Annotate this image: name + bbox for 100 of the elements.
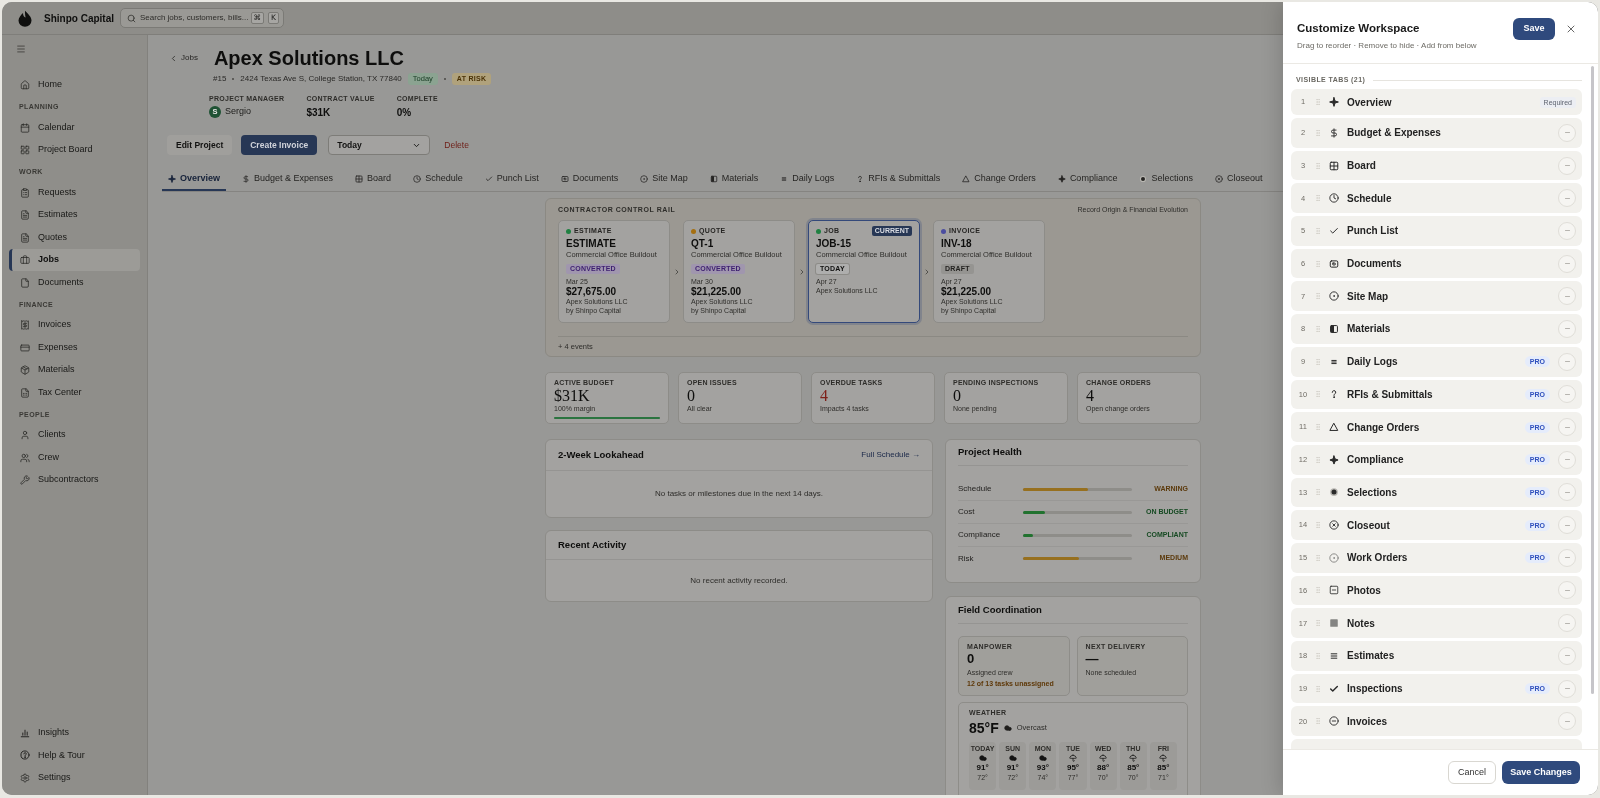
drag-handle-icon[interactable] bbox=[1314, 97, 1322, 107]
drag-handle-icon[interactable] bbox=[1314, 422, 1322, 433]
remove-button[interactable] bbox=[1558, 614, 1576, 633]
drag-handle-icon[interactable] bbox=[1314, 193, 1322, 204]
drag-handle-icon[interactable] bbox=[1314, 683, 1322, 694]
help-icon bbox=[20, 750, 30, 761]
remove-button[interactable] bbox=[1558, 123, 1576, 142]
health-label: Schedule bbox=[958, 483, 993, 495]
remove-button[interactable] bbox=[1558, 450, 1576, 469]
save-changes-button[interactable]: Save Changes bbox=[1502, 761, 1580, 784]
sidebar-item[interactable]: Help & Tour bbox=[9, 744, 140, 767]
remove-button[interactable] bbox=[1558, 254, 1576, 273]
tab[interactable]: Compliance bbox=[1051, 168, 1124, 191]
tab-label: Photos bbox=[1347, 583, 1381, 598]
tab-label: Estimates bbox=[1347, 649, 1395, 664]
sidebar-item[interactable]: Calendar bbox=[9, 116, 140, 139]
menu-icon[interactable] bbox=[16, 44, 26, 54]
receipt-icon bbox=[20, 320, 30, 330]
drag-handle-icon[interactable] bbox=[1314, 323, 1322, 334]
remove-button[interactable] bbox=[1558, 581, 1576, 600]
delete-button[interactable]: Delete bbox=[444, 138, 469, 152]
drag-handle-icon[interactable] bbox=[1314, 258, 1322, 269]
drag-handle-icon[interactable] bbox=[1314, 618, 1322, 629]
drag-handle-icon[interactable] bbox=[1314, 127, 1322, 138]
save-button[interactable]: Save bbox=[1513, 18, 1555, 40]
remove-button[interactable] bbox=[1558, 156, 1576, 175]
tab[interactable]: Overview bbox=[162, 168, 227, 191]
drag-handle-icon[interactable] bbox=[1314, 487, 1322, 498]
sidebar-item[interactable]: Home bbox=[9, 73, 140, 97]
sidebar-item[interactable]: Clients bbox=[9, 423, 140, 447]
tab[interactable]: Schedule bbox=[407, 168, 469, 191]
job-title: Apex Solutions LLC bbox=[213, 46, 404, 70]
tab[interactable]: Budget & Expenses bbox=[236, 168, 340, 191]
create-button[interactable]: Create Invoice bbox=[241, 135, 318, 155]
scrollbar[interactable] bbox=[1591, 66, 1594, 694]
tab[interactable]: Documents bbox=[554, 168, 625, 191]
sidebar-item[interactable]: Invoices bbox=[9, 313, 140, 337]
drag-handle-icon[interactable] bbox=[1314, 160, 1322, 171]
tab-label: Inspections bbox=[1347, 682, 1403, 697]
dollar-icon bbox=[242, 174, 251, 183]
remove-button[interactable] bbox=[1558, 287, 1576, 306]
sidebar-item[interactable]: Quotes bbox=[9, 226, 140, 249]
cloud-icon bbox=[1038, 754, 1047, 762]
full-schedule-link[interactable]: Full Schedule → bbox=[861, 449, 920, 461]
remove-button[interactable] bbox=[1558, 189, 1576, 208]
drag-handle-icon[interactable] bbox=[1314, 225, 1322, 236]
sidebar-item[interactable]: Tax Center bbox=[9, 381, 140, 404]
remove-button[interactable] bbox=[1558, 319, 1576, 338]
drag-handle-icon[interactable] bbox=[1314, 389, 1322, 400]
stage-number: INV-18 bbox=[941, 238, 973, 250]
sidebar-item[interactable]: Settings bbox=[9, 766, 140, 789]
sidebar-item[interactable]: Expenses bbox=[9, 336, 140, 359]
drag-handle-icon[interactable] bbox=[1314, 650, 1322, 661]
tab[interactable]: Punch List bbox=[478, 168, 545, 191]
sidebar-item[interactable]: Materials bbox=[9, 358, 140, 382]
tab[interactable]: Selections bbox=[1133, 168, 1199, 191]
drag-handle-icon[interactable] bbox=[1314, 520, 1322, 531]
tab-label: Schedule bbox=[1347, 191, 1392, 206]
edit-button[interactable]: Edit Project bbox=[167, 135, 233, 155]
drag-handle-icon[interactable] bbox=[1314, 454, 1322, 465]
tab[interactable]: Board bbox=[349, 168, 398, 191]
sidebar-item[interactable]: Requests bbox=[9, 181, 140, 204]
circle-dot-icon bbox=[640, 174, 649, 183]
tab[interactable]: Daily Logs bbox=[774, 168, 841, 191]
sidebar-item[interactable]: Estimates bbox=[9, 203, 140, 227]
close-icon[interactable] bbox=[1565, 23, 1577, 35]
date-select[interactable]: Today bbox=[328, 135, 431, 155]
circle-dot-icon bbox=[1329, 552, 1339, 563]
chevron-left-icon bbox=[169, 53, 178, 63]
drag-handle-icon[interactable] bbox=[1314, 716, 1322, 727]
remove-button[interactable] bbox=[1558, 385, 1576, 404]
sidebar-item[interactable]: Documents bbox=[9, 271, 140, 294]
sidebar-item[interactable]: Insights bbox=[9, 721, 140, 744]
meta-value: 0% bbox=[396, 105, 412, 120]
remove-button[interactable] bbox=[1558, 418, 1576, 437]
remove-button[interactable] bbox=[1558, 352, 1576, 371]
tab[interactable]: Closeout bbox=[1208, 168, 1269, 191]
drag-handle-icon[interactable] bbox=[1314, 356, 1322, 367]
remove-button[interactable] bbox=[1558, 679, 1576, 698]
remove-button[interactable] bbox=[1558, 646, 1576, 665]
remove-button[interactable] bbox=[1558, 516, 1576, 535]
filled-dot-icon bbox=[1139, 174, 1148, 183]
tab[interactable]: RFIs & Submittals bbox=[850, 168, 947, 191]
weather-temp: 85°F bbox=[969, 718, 999, 738]
sidebar-item[interactable]: Project Board bbox=[9, 138, 140, 162]
drag-handle-icon[interactable] bbox=[1314, 291, 1322, 302]
remove-button[interactable] bbox=[1558, 548, 1576, 567]
drag-handle-icon[interactable] bbox=[1314, 585, 1322, 596]
back-link[interactable]: Jobs bbox=[169, 52, 198, 64]
sidebar-item[interactable]: Jobs bbox=[9, 248, 140, 272]
tab[interactable]: Site Map bbox=[634, 168, 694, 191]
tab[interactable]: Change Orders bbox=[956, 168, 1042, 191]
sidebar-item[interactable]: Crew bbox=[9, 446, 140, 469]
drag-handle-icon[interactable] bbox=[1314, 552, 1322, 563]
remove-button[interactable] bbox=[1558, 483, 1576, 502]
remove-button[interactable] bbox=[1558, 221, 1576, 240]
cancel-button[interactable]: Cancel bbox=[1448, 761, 1496, 784]
tab[interactable]: Materials bbox=[703, 168, 765, 191]
sidebar-item[interactable]: Subcontractors bbox=[9, 468, 140, 492]
remove-button[interactable] bbox=[1558, 712, 1576, 731]
